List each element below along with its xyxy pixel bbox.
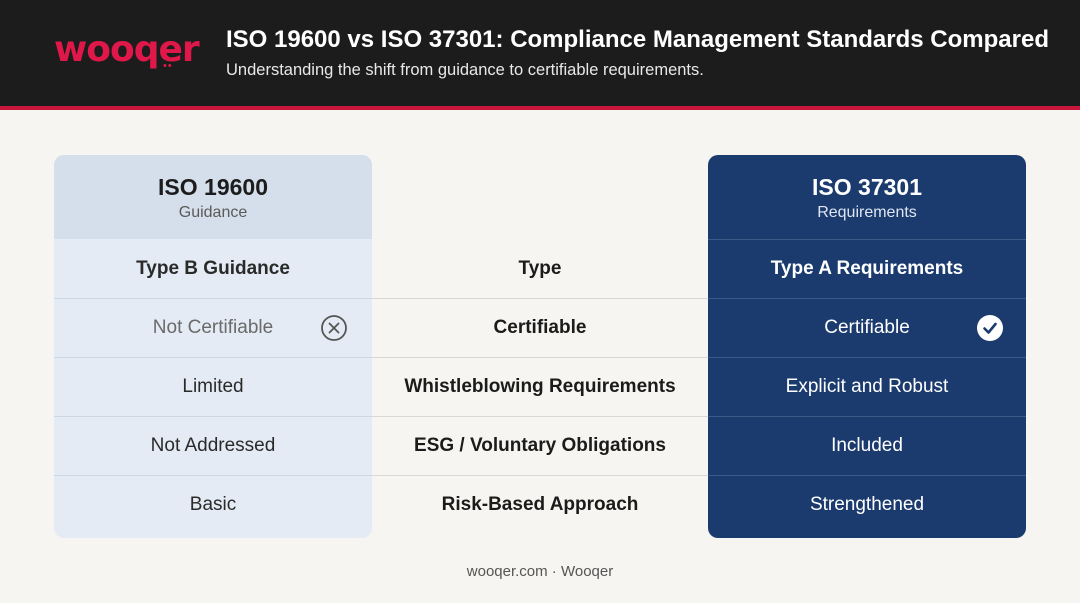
criterion-risk: Risk-Based Approach xyxy=(441,493,639,515)
iso-19600-subtitle: Guidance xyxy=(178,204,248,221)
iso-19600-whistleblowing: Limited xyxy=(54,357,372,416)
page-title: ISO 19600 vs ISO 37301: Compliance Manag… xyxy=(226,26,1049,53)
criterion-certifiable: Certifiable xyxy=(493,316,587,338)
header-bar: wooqer •• ISO 19600 vs ISO 37301: Compli… xyxy=(0,0,1080,106)
x-circle-icon xyxy=(321,315,347,341)
iso-37301-risk: Strengthened xyxy=(708,475,1026,534)
logo-dots-icon: •• xyxy=(163,60,173,72)
iso-19600-column: ISO 19600 Guidance Type B Guidance Not C… xyxy=(54,155,372,538)
iso-37301-subtitle: Requirements xyxy=(817,204,917,221)
iso-19600-name: ISO 19600 xyxy=(158,174,268,200)
header-accent-rule xyxy=(0,106,1080,110)
iso-37301-name: ISO 37301 xyxy=(812,174,922,200)
iso-37301-esg: Included xyxy=(708,416,1026,475)
iso-37301-column: ISO 37301 Requirements Type A Requiremen… xyxy=(708,155,1026,538)
iso-19600-risk: Basic xyxy=(54,475,372,534)
iso-37301-type: Type A Requirements xyxy=(708,239,1026,298)
check-circle-icon xyxy=(977,315,1003,341)
iso-19600-header: ISO 19600 Guidance xyxy=(54,155,372,239)
criterion-type: Type xyxy=(518,257,562,279)
criterion-whistleblowing: Whistleblowing Requirements xyxy=(404,375,676,397)
iso-37301-whistleblowing: Explicit and Robust xyxy=(708,357,1026,416)
criterion-esg: ESG / Voluntary Obligations xyxy=(414,434,666,456)
iso-19600-type: Type B Guidance xyxy=(136,257,290,279)
iso-37301-header: ISO 37301 Requirements xyxy=(708,155,1026,239)
page-subtitle: Understanding the shift from guidance to… xyxy=(226,61,704,79)
brand-logo: wooqer xyxy=(54,29,200,70)
footer-credit: wooqer.com · Wooqer xyxy=(466,563,614,580)
iso-19600-esg: Not Addressed xyxy=(54,416,372,475)
